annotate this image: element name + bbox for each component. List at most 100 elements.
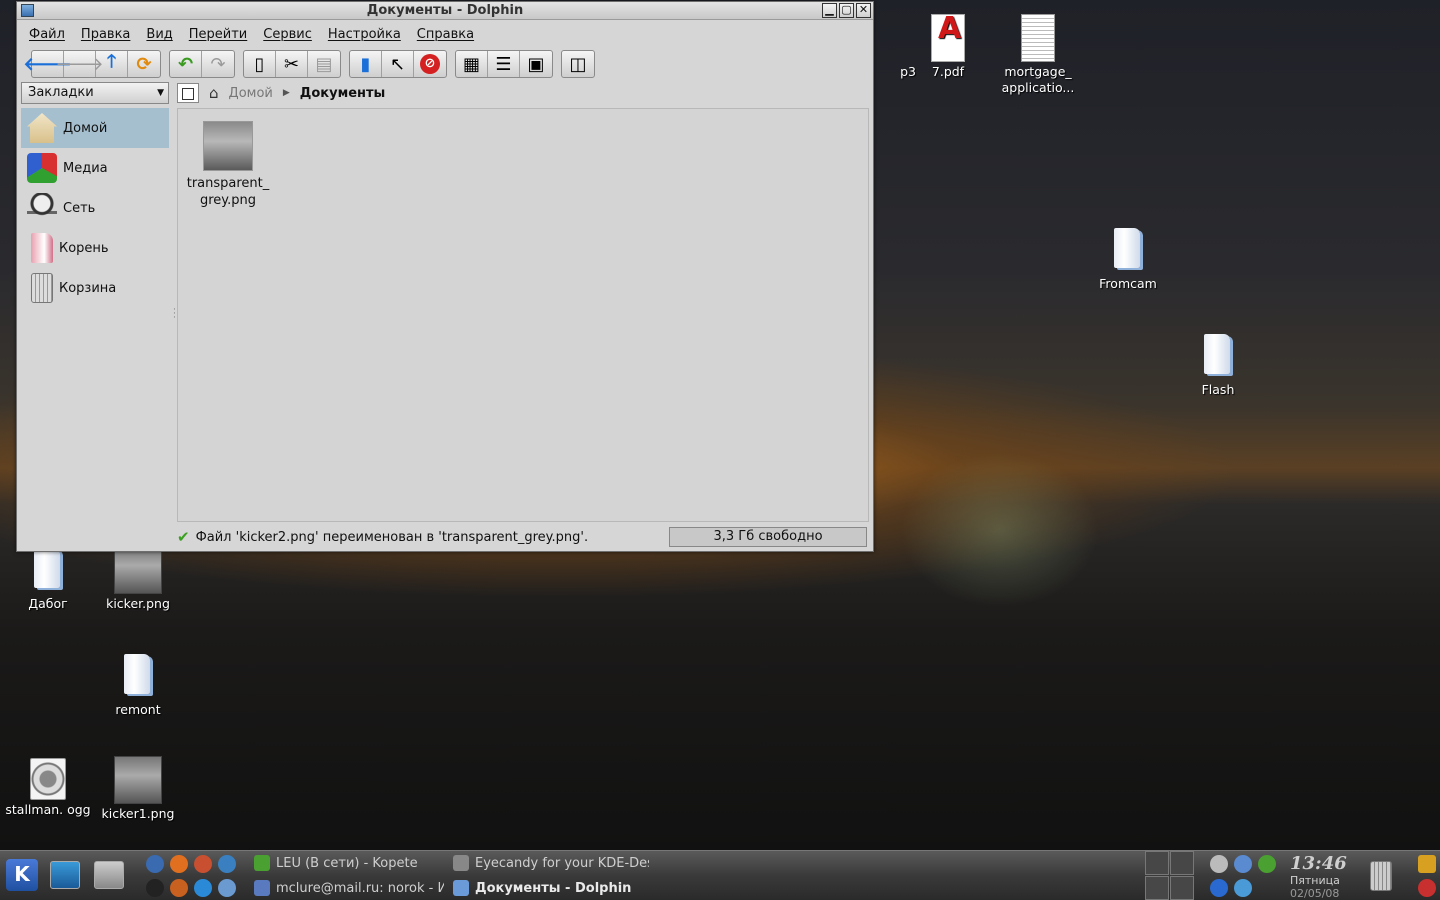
pager-desktop-1[interactable] xyxy=(1145,851,1169,875)
file-item[interactable]: transparent_ grey.png xyxy=(182,121,274,209)
eye-icon[interactable] xyxy=(1210,855,1228,873)
desktop-icon-flash[interactable]: Flash xyxy=(1170,332,1266,398)
kmenu-button[interactable]: K xyxy=(6,859,38,891)
icons-view-button[interactable]: ▦ xyxy=(456,51,488,77)
maximize-button[interactable]: ▢ xyxy=(839,3,854,18)
desktop-icon-label: kicker.png xyxy=(106,596,170,611)
undo-button[interactable]: ↶ xyxy=(170,51,202,77)
split-view-button[interactable]: ◫ xyxy=(562,51,594,77)
logout-icon[interactable] xyxy=(1418,879,1436,897)
file-view[interactable]: transparent_ grey.png xyxy=(177,108,869,522)
menu-go[interactable]: Перейти xyxy=(189,27,248,42)
menu-tools[interactable]: Сервис xyxy=(263,27,312,42)
kopete-icon[interactable] xyxy=(146,855,164,873)
sidebar-item-label: Корень xyxy=(59,240,109,256)
sidebar-item-root[interactable]: Корень xyxy=(21,228,169,268)
desktop-icon-kicker-png[interactable]: kicker.png xyxy=(90,546,186,612)
task-kopete[interactable]: LEU (В сети) - Kopete xyxy=(254,852,444,874)
show-desktop-button[interactable] xyxy=(50,861,80,889)
document-file-icon xyxy=(1021,14,1055,62)
checkmark-icon: ✔ xyxy=(177,528,190,546)
clock-day: Пятница xyxy=(1290,874,1340,887)
scissors-icon: ✂ xyxy=(283,53,300,75)
preview-view-button[interactable]: ▣ xyxy=(520,51,552,77)
select-button[interactable]: ↖ xyxy=(382,51,414,77)
paste-button[interactable]: ▤ xyxy=(308,51,340,77)
bookmark-icon: ▮ xyxy=(360,53,371,75)
update-ok-icon[interactable] xyxy=(1258,855,1276,873)
skype-icon[interactable] xyxy=(194,879,212,897)
desktop-icon-7-pdf[interactable]: 7.pdf xyxy=(900,14,996,80)
forward-button[interactable]: 🡒 xyxy=(55,51,104,77)
breadcrumb-item-home[interactable]: Домой xyxy=(229,86,273,101)
pager-desktop-4[interactable] xyxy=(1170,876,1194,900)
image-file-icon xyxy=(114,756,162,804)
location-toggle-button[interactable] xyxy=(177,83,199,103)
audio-file-icon xyxy=(30,758,66,800)
sidebar-item-media[interactable]: Медиа xyxy=(21,148,169,188)
desktop-icon-mortgage[interactable]: mortgage_ applicatio... xyxy=(990,14,1086,96)
computer-button[interactable] xyxy=(94,861,124,889)
up-button[interactable]: 🡑 xyxy=(96,51,128,77)
sidebar-item-trash[interactable]: Корзина xyxy=(21,268,169,308)
task-mail[interactable]: mclure@mail.ru: norok - И xyxy=(254,877,444,899)
desktop-icon-dabog[interactable]: Дабог xyxy=(0,546,96,612)
sidebar-item-network[interactable]: Сеть xyxy=(21,188,169,228)
sidebar-panel-select[interactable]: Закладки ▼ xyxy=(21,82,169,104)
details-view-button[interactable]: ☰ xyxy=(488,51,520,77)
clock[interactable]: 13:46 Пятница 02/05/08 xyxy=(1290,853,1354,900)
desktop-icon-fromcam[interactable]: Fromcam xyxy=(1080,226,1176,292)
clock-date: 02/05/08 xyxy=(1290,887,1340,900)
close-button[interactable]: ✕ xyxy=(856,3,871,18)
bookmark-button[interactable]: ▮ xyxy=(350,51,382,77)
desktop-icon-remont[interactable]: remont xyxy=(90,652,186,718)
menu-file[interactable]: Файл xyxy=(29,27,65,42)
menu-view[interactable]: Вид xyxy=(146,27,172,42)
menu-help[interactable]: Справка xyxy=(417,27,474,42)
task-dolphin[interactable]: Документы - Dolphin xyxy=(453,877,649,899)
breadcrumb-item-current[interactable]: Документы xyxy=(300,86,386,101)
pager-desktop-3[interactable] xyxy=(1145,876,1169,900)
tux-icon[interactable] xyxy=(146,879,164,897)
preview-view-icon: ▣ xyxy=(527,53,545,75)
konqueror-icon[interactable] xyxy=(218,855,236,873)
task-browser[interactable]: Eyecandy for your KDE-Des xyxy=(453,852,649,874)
window-titlebar[interactable]: Документы - Dolphin ▁ ▢ ✕ xyxy=(17,2,873,20)
clock-time: 13:46 xyxy=(1290,853,1347,874)
taskbar: K LEU (В сети) - Kopete Eyecandy for you… xyxy=(0,850,1440,900)
desktop-icon-kicker1-png[interactable]: kicker1.png xyxy=(90,756,186,822)
trash-applet-icon[interactable] xyxy=(1370,861,1392,891)
lock-screen-icon[interactable] xyxy=(1418,855,1436,873)
at-sign-icon xyxy=(254,880,270,896)
menu-edit[interactable]: Правка xyxy=(81,27,130,42)
details-view-icon: ☰ xyxy=(495,53,512,75)
reload-button[interactable]: ⟳ xyxy=(128,51,160,77)
window-app-icon[interactable] xyxy=(21,4,34,17)
search-icon[interactable] xyxy=(218,879,236,897)
new-button[interactable]: ▯ xyxy=(244,51,276,77)
sidebar-item-home[interactable]: Домой xyxy=(21,108,169,148)
firefox-icon[interactable] xyxy=(170,855,188,873)
thunderbird-icon[interactable] xyxy=(170,879,188,897)
desktop-icon-stallman-ogg[interactable]: stallman. ogg xyxy=(0,758,96,818)
status-message: Файл 'kicker2.png' переименован в 'trans… xyxy=(195,529,589,545)
redo-button[interactable]: ↷ xyxy=(202,51,234,77)
stop-button[interactable]: ⊘ xyxy=(414,51,446,77)
image-file-icon xyxy=(114,546,162,594)
flame-icon[interactable] xyxy=(194,855,212,873)
sidebar-splitter-handle[interactable]: · · · xyxy=(173,306,176,323)
window-title: Документы - Dolphin xyxy=(366,3,524,18)
network-tray-icon[interactable] xyxy=(1234,855,1252,873)
breadcrumb-separator-icon[interactable]: ▶ xyxy=(283,88,290,98)
download-icon[interactable] xyxy=(1210,879,1228,897)
home-icon[interactable]: ⌂ xyxy=(209,84,219,102)
menu-settings[interactable]: Настройка xyxy=(328,27,401,42)
minimize-button[interactable]: ▁ xyxy=(822,3,837,18)
globe-icon[interactable] xyxy=(1234,879,1252,897)
trash-icon xyxy=(31,273,53,303)
desktop-icon-label: remont xyxy=(115,702,161,717)
sidebar-item-label: Медиа xyxy=(63,160,108,176)
pager-desktop-2[interactable] xyxy=(1170,851,1194,875)
folder-icon xyxy=(114,652,162,700)
cut-button[interactable]: ✂ xyxy=(276,51,308,77)
